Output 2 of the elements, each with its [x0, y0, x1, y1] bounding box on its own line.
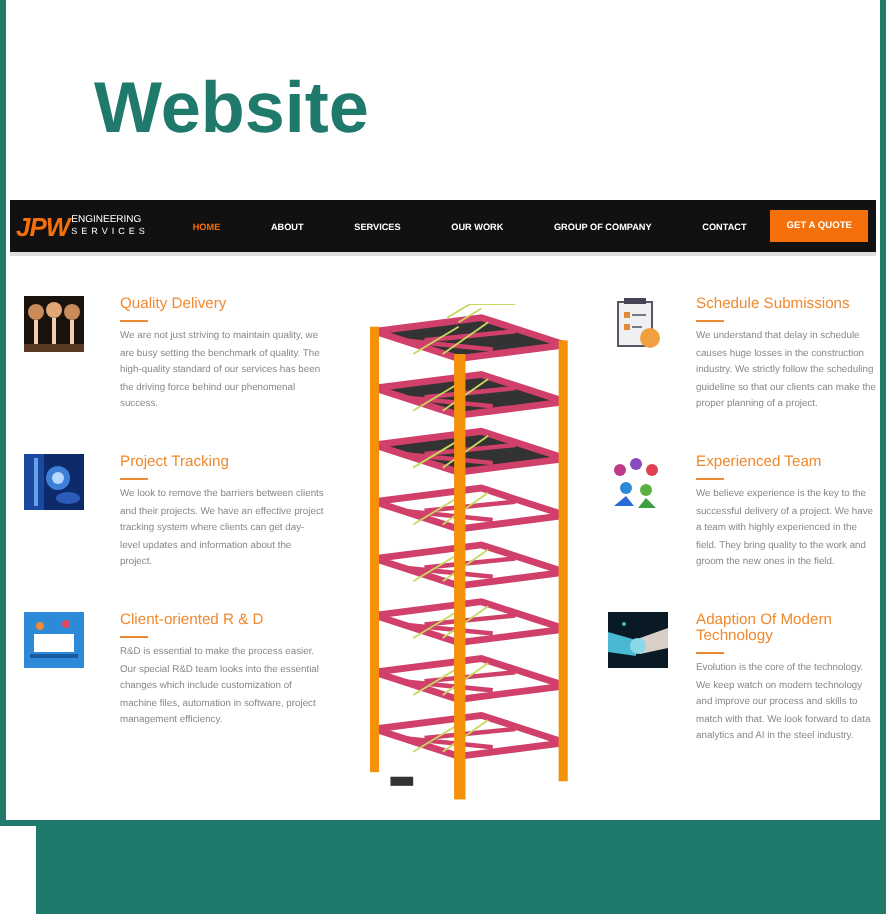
- page-title: Website: [92, 64, 371, 152]
- logo-mark: JPW: [16, 211, 70, 241]
